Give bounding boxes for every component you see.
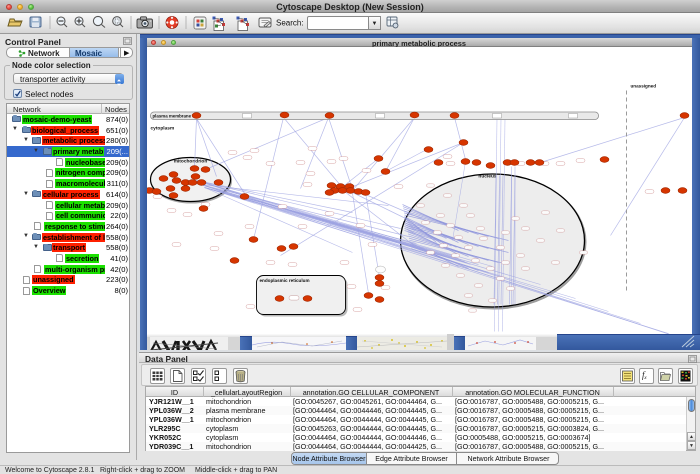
svg-text:mitochondrion: mitochondrion xyxy=(173,158,207,164)
svg-text:nucleus: nucleus xyxy=(478,173,496,179)
svg-text:cytoplasm: cytoplasm xyxy=(150,125,174,131)
svg-text:plasma membrane: plasma membrane xyxy=(152,113,191,118)
svg-text:unassigned: unassigned xyxy=(630,83,656,88)
svg-text:endoplasmic reticulum: endoplasmic reticulum xyxy=(259,278,309,283)
svg-text:Search:: Search: xyxy=(276,19,304,28)
